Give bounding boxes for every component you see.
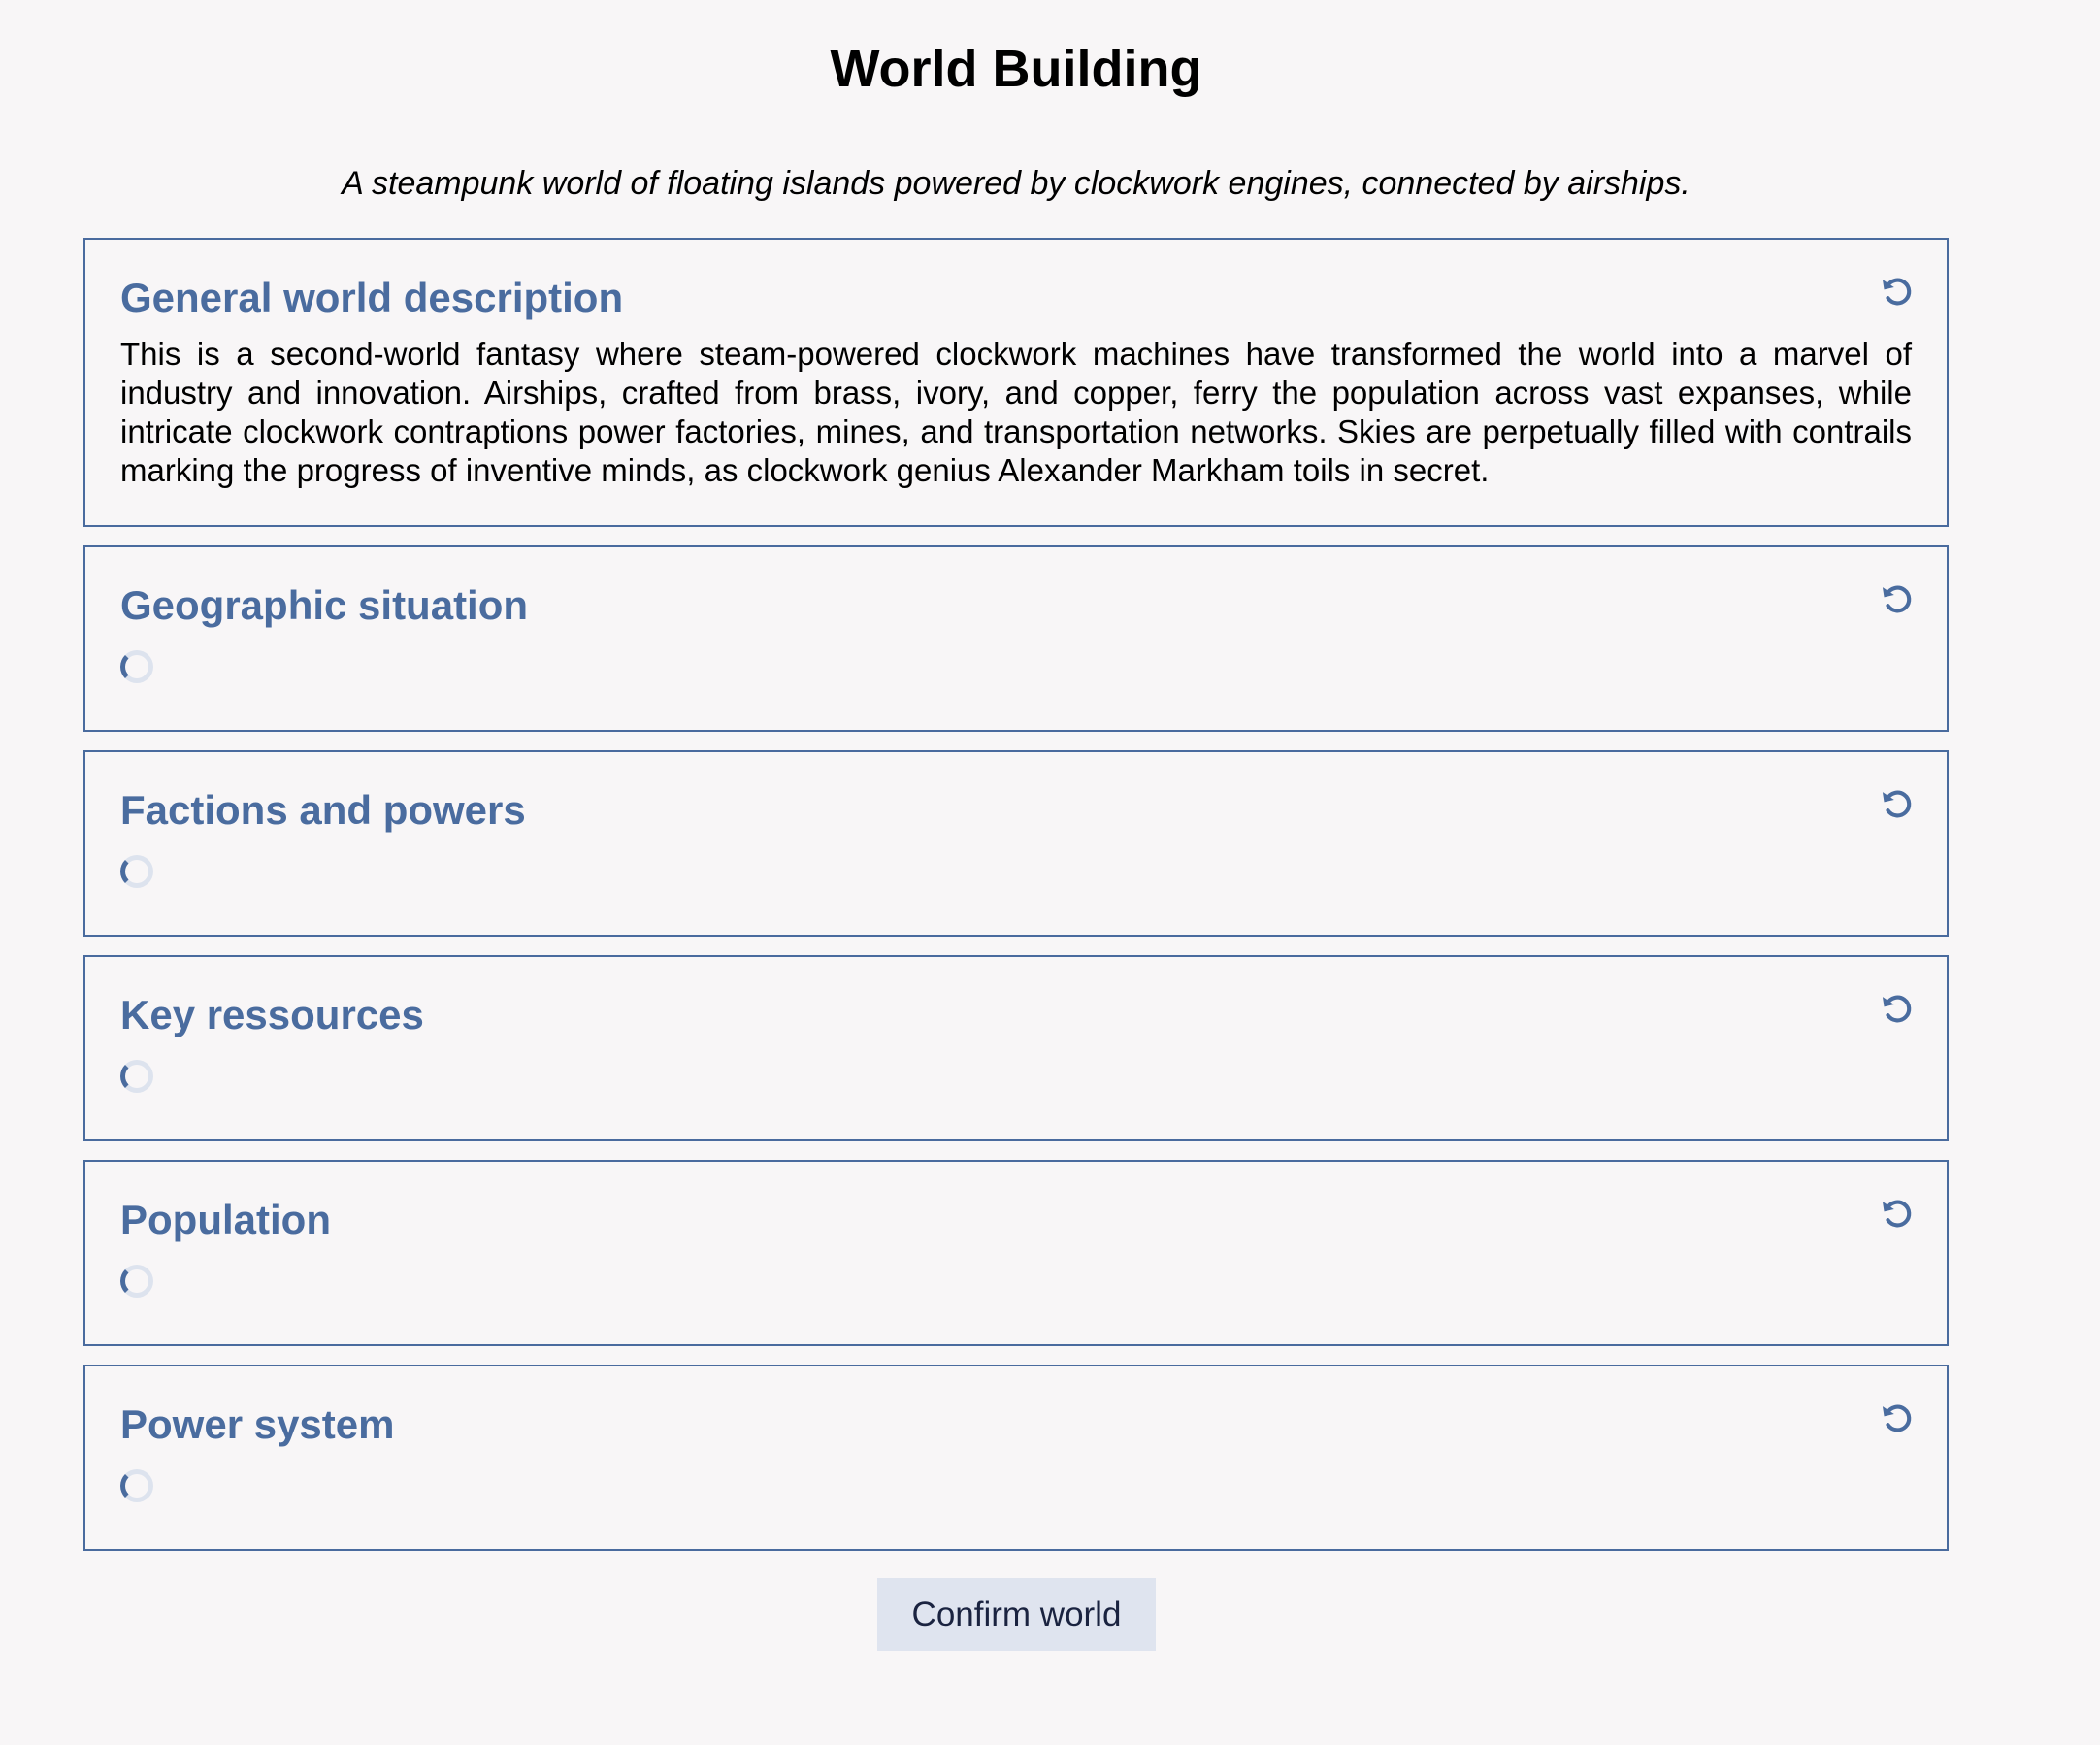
refresh-icon[interactable] <box>1879 1195 1916 1232</box>
refresh-icon[interactable] <box>1879 273 1916 310</box>
section-title: Power system <box>120 1401 395 1447</box>
section-title: General world description <box>120 275 624 320</box>
refresh-icon[interactable] <box>1879 785 1916 822</box>
refresh-icon[interactable] <box>1879 580 1916 617</box>
loading-spinner-icon <box>120 1265 153 1298</box>
loading-spinner-icon <box>120 1060 153 1093</box>
section-key-ressources: Key ressources <box>83 955 1949 1141</box>
world-sections: General world description This is a seco… <box>83 238 1949 1569</box>
loading-spinner-icon <box>120 650 153 683</box>
loading-spinner-icon <box>120 1469 153 1502</box>
page-title: World Building <box>830 40 1202 98</box>
section-title: Key ressources <box>120 992 424 1037</box>
section-title: Geographic situation <box>120 582 529 628</box>
refresh-icon[interactable] <box>1879 1399 1916 1436</box>
section-title: Population <box>120 1197 331 1242</box>
section-population: Population <box>83 1160 1949 1346</box>
loading-spinner-icon <box>120 855 153 888</box>
world-premise: A steampunk world of floating islands po… <box>342 165 1690 202</box>
section-text: This is a second-world fantasy where ste… <box>120 336 1912 488</box>
section-factions-and-powers: Factions and powers <box>83 750 1949 937</box>
section-geographic-situation: Geographic situation <box>83 545 1949 732</box>
section-power-system: Power system <box>83 1365 1949 1551</box>
refresh-icon[interactable] <box>1879 990 1916 1027</box>
section-general-world-description: General world description This is a seco… <box>83 238 1949 527</box>
confirm-world-button[interactable]: Confirm world <box>877 1578 1156 1651</box>
section-title: Factions and powers <box>120 787 526 833</box>
